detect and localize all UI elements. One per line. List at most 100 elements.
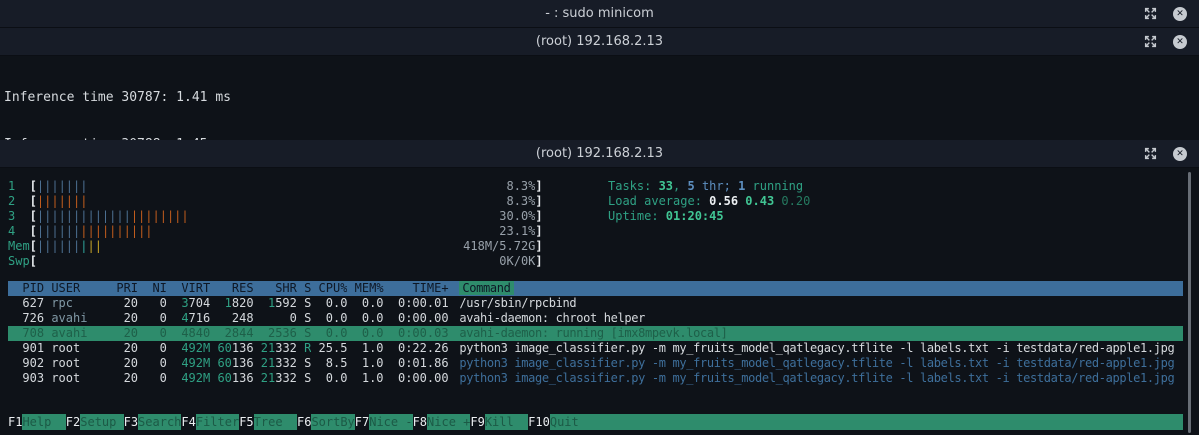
meter-bar: ||||||||||||||||23.1% <box>37 224 535 239</box>
titlebar-ssh-1: (root) 192.168.2.13 ✕ <box>0 28 1199 56</box>
fkey-f3[interactable]: F3Search <box>124 414 182 430</box>
col-virt[interactable]: VIRT <box>174 281 210 296</box>
process-row-708[interactable]: 708avahi200484028442536S0.00.00:00.03ava… <box>8 326 1183 341</box>
meter-label: 1 <box>8 179 30 194</box>
meter-label: 2 <box>8 194 30 209</box>
process-row-627[interactable]: 627rpc200370418201592S0.00.00:00.01/usr/… <box>8 296 1183 311</box>
function-key-bar: F1HelpF2SetupF3SearchF4FilterF5TreeF6Sor… <box>8 414 1183 430</box>
fkey-number: F4 <box>181 414 195 430</box>
process-table: 627rpc200370418201592S0.00.00:00.01/usr/… <box>8 296 1199 386</box>
fkey-number: F5 <box>239 414 253 430</box>
fkey-bar-fill <box>593 414 1183 430</box>
col-mem[interactable]: MEM% <box>355 281 384 296</box>
fkey-f2[interactable]: F2Setup <box>66 414 124 430</box>
fkey-f5[interactable]: F5Tree <box>239 414 297 430</box>
fkey-f6[interactable]: F6SortBy <box>297 414 355 430</box>
fkey-number: F1 <box>8 414 22 430</box>
fkey-label: Nice - <box>369 414 412 430</box>
meter-1: 1[|||||||8.3%] <box>8 179 1199 194</box>
meter-value: 8.3% <box>506 179 535 194</box>
col-pri[interactable]: PRI <box>116 281 138 296</box>
titlebar-ssh-2: (root) 192.168.2.13 ✕ <box>0 140 1199 168</box>
meter-bar: 0K/0K <box>37 254 535 269</box>
minicom-terminal[interactable]: Inference time 30787: 1.41 ms Inference … <box>0 56 1199 140</box>
meter-label: 3 <box>8 209 30 224</box>
window-title: (root) 192.168.2.13 <box>0 34 1199 49</box>
expand-icon[interactable] <box>1144 147 1157 160</box>
meter-swp: Swp[0K/0K] <box>8 254 1199 269</box>
meter-mem: Mem[|||||||||418M/5.72G] <box>8 239 1199 254</box>
fkey-number: F7 <box>355 414 369 430</box>
meter-value: 418M/5.72G <box>463 239 535 254</box>
fkey-number: F2 <box>66 414 80 430</box>
fkey-label: Search <box>138 414 181 430</box>
col-cmd[interactable]: Command <box>459 281 1183 296</box>
meter-value: 8.3% <box>506 194 535 209</box>
expand-icon[interactable] <box>1144 35 1157 48</box>
fkey-label: Quit <box>550 414 593 430</box>
fkey-f1[interactable]: F1Help <box>8 414 66 430</box>
meter-bar: |||||||8.3% <box>37 194 535 209</box>
htop-meters-section: 1[|||||||8.3%]2[|||||||8.3%]3[||||||||||… <box>8 179 1199 269</box>
fkey-f4[interactable]: F4Filter <box>181 414 239 430</box>
process-row-902[interactable]: 902root200492M6013621332S8.51.00:01.86py… <box>8 356 1183 371</box>
fkey-f7[interactable]: F7Nice - <box>355 414 413 430</box>
fkey-label: Nice + <box>427 414 470 430</box>
fkey-label: Kill <box>485 414 528 430</box>
meter-label: Swp <box>8 254 30 269</box>
scrollbar[interactable] <box>1188 172 1191 433</box>
fkey-label: SortBy <box>311 414 354 430</box>
col-time[interactable]: TIME+ <box>391 281 449 296</box>
cpu-memory-meters: 1[|||||||8.3%]2[|||||||8.3%]3[||||||||||… <box>8 179 1199 269</box>
fkey-label: Tree <box>254 414 297 430</box>
window-title: - : sudo minicom <box>0 6 1199 21</box>
fkey-f10[interactable]: F10Quit <box>528 414 593 430</box>
titlebar-actions: ✕ <box>1144 147 1187 161</box>
fkey-number: F3 <box>124 414 138 430</box>
process-row-903[interactable]: 903root200492M6013621332S0.01.00:00.00py… <box>8 371 1183 386</box>
fkey-number: F8 <box>413 414 427 430</box>
process-row-901[interactable]: 901root200492M6013621332R25.51.00:22.26p… <box>8 341 1183 356</box>
meter-value: 0K/0K <box>499 254 535 269</box>
fkey-number: F10 <box>528 414 550 430</box>
titlebar-actions: ✕ <box>1144 7 1187 21</box>
meter-3: 3[|||||||||||||||||||||30.0%] <box>8 209 1199 224</box>
fkey-f8[interactable]: F8Nice + <box>413 414 471 430</box>
fkey-label: Filter <box>196 414 239 430</box>
window-title: (root) 192.168.2.13 <box>0 146 1199 161</box>
meter-value: 30.0% <box>499 209 535 224</box>
process-row-726[interactable]: 726avahi20047162480S0.00.00:00.00avahi-d… <box>8 311 1183 326</box>
meter-bar: |||||||||418M/5.72G <box>37 239 535 254</box>
close-icon[interactable]: ✕ <box>1173 7 1187 21</box>
col-pid[interactable]: PID <box>8 281 44 296</box>
meter-4: 4[||||||||||||||||23.1%] <box>8 224 1199 239</box>
col-user[interactable]: USER <box>51 281 116 296</box>
tasks-summary: Tasks: 33, 5 thr; 1 running <box>608 179 810 194</box>
titlebar-actions: ✕ <box>1144 35 1187 49</box>
meter-bar: |||||||||||||||||||||30.0% <box>37 209 535 224</box>
fkey-label: Setup <box>80 414 123 430</box>
fkey-number: F9 <box>470 414 484 430</box>
close-icon[interactable]: ✕ <box>1173 35 1187 49</box>
process-table-header: PID USERPRI NI VIRT RES SHR S CPU% MEM% TIME+ Comm… <box>8 281 1183 296</box>
uptime: Uptime: 01:20:45 <box>608 209 810 224</box>
fkey-f9[interactable]: F9Kill <box>470 414 528 430</box>
col-s[interactable]: S <box>304 281 311 296</box>
fkey-number: F6 <box>297 414 311 430</box>
col-res[interactable]: RES <box>217 281 253 296</box>
meter-2: 2[|||||||8.3%] <box>8 194 1199 209</box>
col-cpu[interactable]: CPU% <box>319 281 348 296</box>
col-shr[interactable]: SHR <box>261 281 297 296</box>
titlebar-minicom: - : sudo minicom ✕ <box>0 0 1199 28</box>
spacer <box>8 269 1199 281</box>
meter-value: 23.1% <box>499 224 535 239</box>
meter-label: 4 <box>8 224 30 239</box>
fkey-label: Help <box>22 414 65 430</box>
meter-bar: |||||||8.3% <box>37 179 535 194</box>
load-average: Load average: 0.56 0.43 0.20 <box>608 194 810 209</box>
expand-icon[interactable] <box>1144 7 1157 20</box>
close-icon[interactable]: ✕ <box>1173 147 1187 161</box>
system-summary: Tasks: 33, 5 thr; 1 runningLoad average:… <box>608 179 810 224</box>
terminal-line: Inference time 30787: 1.41 ms <box>4 90 1199 106</box>
col-ni[interactable]: NI <box>145 281 167 296</box>
